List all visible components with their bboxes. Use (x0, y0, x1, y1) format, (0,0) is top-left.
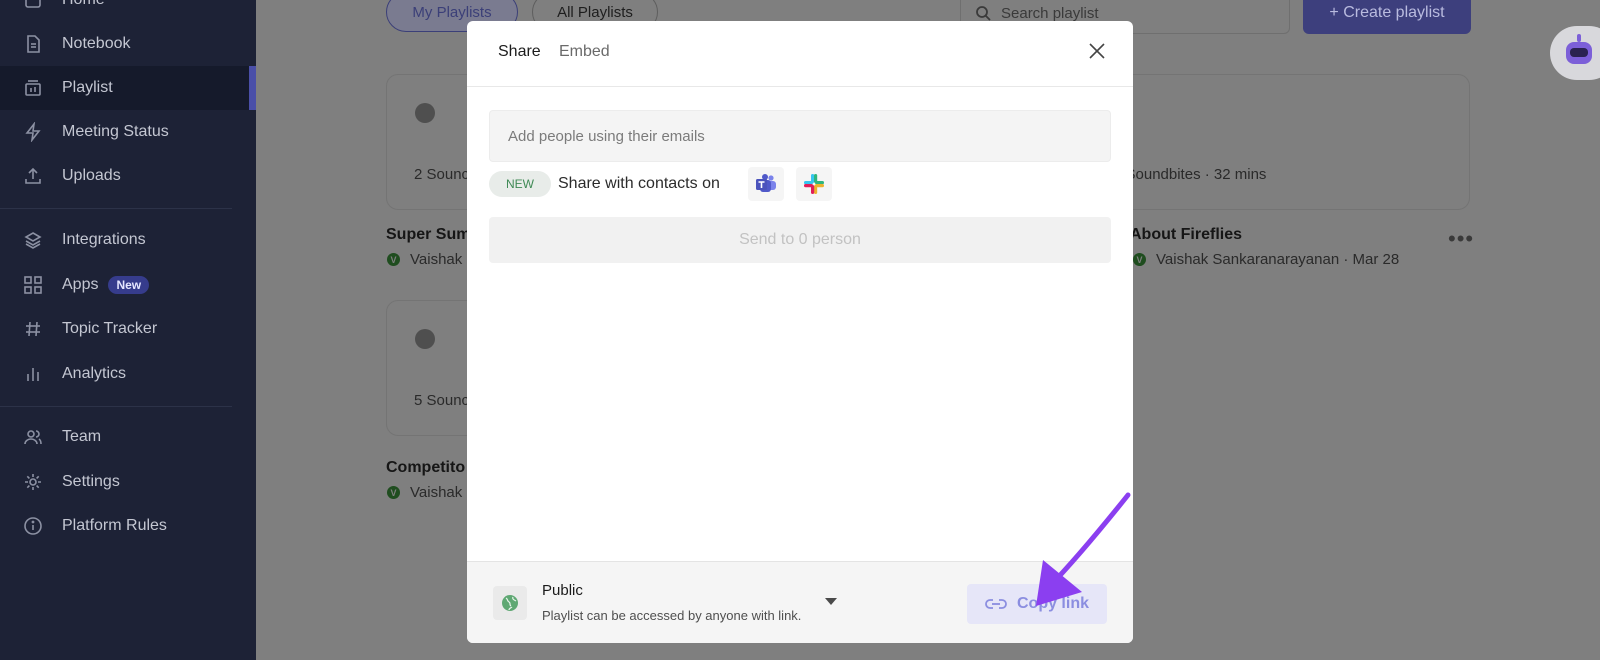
sidebar-divider (0, 406, 232, 407)
upload-icon (22, 165, 44, 187)
avatar: V (1133, 253, 1146, 266)
sidebar-item-home[interactable]: Home (0, 0, 256, 22)
share-contacts-label: Share with contacts on (558, 175, 720, 192)
info-icon (22, 515, 44, 537)
soundwave-icon (415, 329, 435, 349)
sidebar-item-label: Notebook (62, 35, 131, 52)
sidebar-item-label: Analytics (62, 365, 127, 382)
sidebar: Home Notebook Playlist Meeting Status Up… (0, 0, 256, 660)
sidebar-item-settings[interactable]: Settings (0, 460, 256, 504)
assistant-bot-button[interactable] (1550, 26, 1600, 80)
search-icon (976, 6, 991, 21)
sidebar-item-label: Team (62, 428, 102, 445)
playlist-icon (22, 77, 44, 99)
author-name: Vaishak (410, 251, 463, 268)
close-icon[interactable] (1087, 41, 1107, 61)
avatar: V (387, 253, 400, 266)
search-placeholder: Search playlist (1001, 4, 1099, 22)
sidebar-item-label: Topic Tracker (62, 320, 158, 337)
globe-icon (493, 586, 527, 620)
bot-antenna (1577, 34, 1581, 42)
send-button[interactable]: Send to 0 person (489, 217, 1111, 263)
soundbite-count: 2 Sounc (414, 166, 470, 183)
sidebar-item-platform-rules[interactable]: Platform Rules (0, 504, 256, 548)
new-badge: NEW (489, 171, 551, 197)
sidebar-item-label: Meeting Status (62, 123, 169, 140)
playlist-title[interactable]: Super Sum (386, 226, 470, 244)
sidebar-item-topic-tracker[interactable]: Topic Tracker (0, 307, 256, 351)
layers-icon (22, 229, 44, 251)
sidebar-item-meeting-status[interactable]: Meeting Status (0, 110, 256, 154)
chevron-down-icon[interactable] (825, 598, 837, 605)
slack-button[interactable] (796, 167, 832, 201)
author-name: Vaishak Sankaranarayanan · Mar 28 (1156, 251, 1400, 268)
new-badge: New (108, 276, 150, 294)
avatar: V (387, 486, 400, 499)
playlist-meta: V Vaishak (387, 251, 462, 268)
playlist-meta: V Vaishak Sankaranarayanan · Mar 28 (1133, 251, 1399, 268)
sidebar-item-analytics[interactable]: Analytics (0, 352, 256, 396)
playlist-meta: V Vaishak (387, 484, 462, 501)
notebook-icon (22, 33, 44, 55)
copy-link-label: Copy link (1016, 595, 1089, 612)
soundbite-count: 5 Sounc (414, 392, 470, 409)
header-divider (467, 86, 1133, 87)
sidebar-item-label: Playlist (62, 79, 113, 96)
sidebar-item-label: Apps (62, 276, 99, 293)
apps-grid-icon (22, 274, 44, 296)
link-icon (985, 599, 1007, 609)
author-name: Vaishak (410, 484, 463, 501)
team-icon (22, 426, 44, 448)
modal-footer: Public Playlist can be accessed by anyon… (467, 561, 1133, 643)
playlist-title[interactable]: About Fireflies (1130, 226, 1242, 244)
microsoft-teams-icon (756, 174, 776, 192)
slack-icon (804, 174, 824, 194)
visibility-description: Playlist can be accessed by anyone with … (542, 608, 802, 623)
tab-share[interactable]: Share (498, 43, 541, 61)
bar-chart-icon (22, 363, 44, 385)
playlist-card[interactable]: 2 Soundbites · 32 mins (1106, 74, 1470, 210)
sidebar-item-label: Uploads (62, 167, 121, 184)
gear-icon (22, 471, 44, 493)
tab-embed[interactable]: Embed (559, 43, 610, 61)
sidebar-item-label: Settings (62, 473, 120, 490)
sidebar-item-notebook[interactable]: Notebook (0, 22, 256, 66)
more-options-icon[interactable]: ••• (1448, 226, 1474, 252)
home-icon (22, 0, 44, 11)
hashtag-icon (22, 318, 44, 340)
sidebar-item-uploads[interactable]: Uploads (0, 154, 256, 198)
email-input[interactable] (489, 110, 1111, 162)
share-modal: Share Embed NEW Share with contacts on S… (467, 21, 1133, 643)
sidebar-item-playlist[interactable]: Playlist (0, 66, 256, 110)
sidebar-item-label: Integrations (62, 231, 146, 248)
sidebar-item-label: Platform Rules (62, 517, 167, 534)
sidebar-item-apps[interactable]: Apps New (0, 263, 256, 307)
soundbite-count: 2 Soundbites · 32 mins (1113, 166, 1267, 183)
sidebar-item-label: Home (62, 0, 105, 9)
create-playlist-button[interactable]: + Create playlist (1303, 0, 1471, 34)
robot-icon (1566, 42, 1592, 64)
sidebar-item-team[interactable]: Team (0, 415, 256, 459)
visibility-label[interactable]: Public (542, 582, 583, 599)
teams-button[interactable] (748, 167, 784, 201)
sidebar-divider (0, 208, 232, 209)
soundwave-icon (415, 103, 435, 123)
copy-link-button[interactable]: Copy link (967, 584, 1107, 624)
sidebar-item-integrations[interactable]: Integrations (0, 218, 256, 262)
playlist-title[interactable]: Competito (386, 459, 465, 477)
lightning-icon (22, 121, 44, 143)
